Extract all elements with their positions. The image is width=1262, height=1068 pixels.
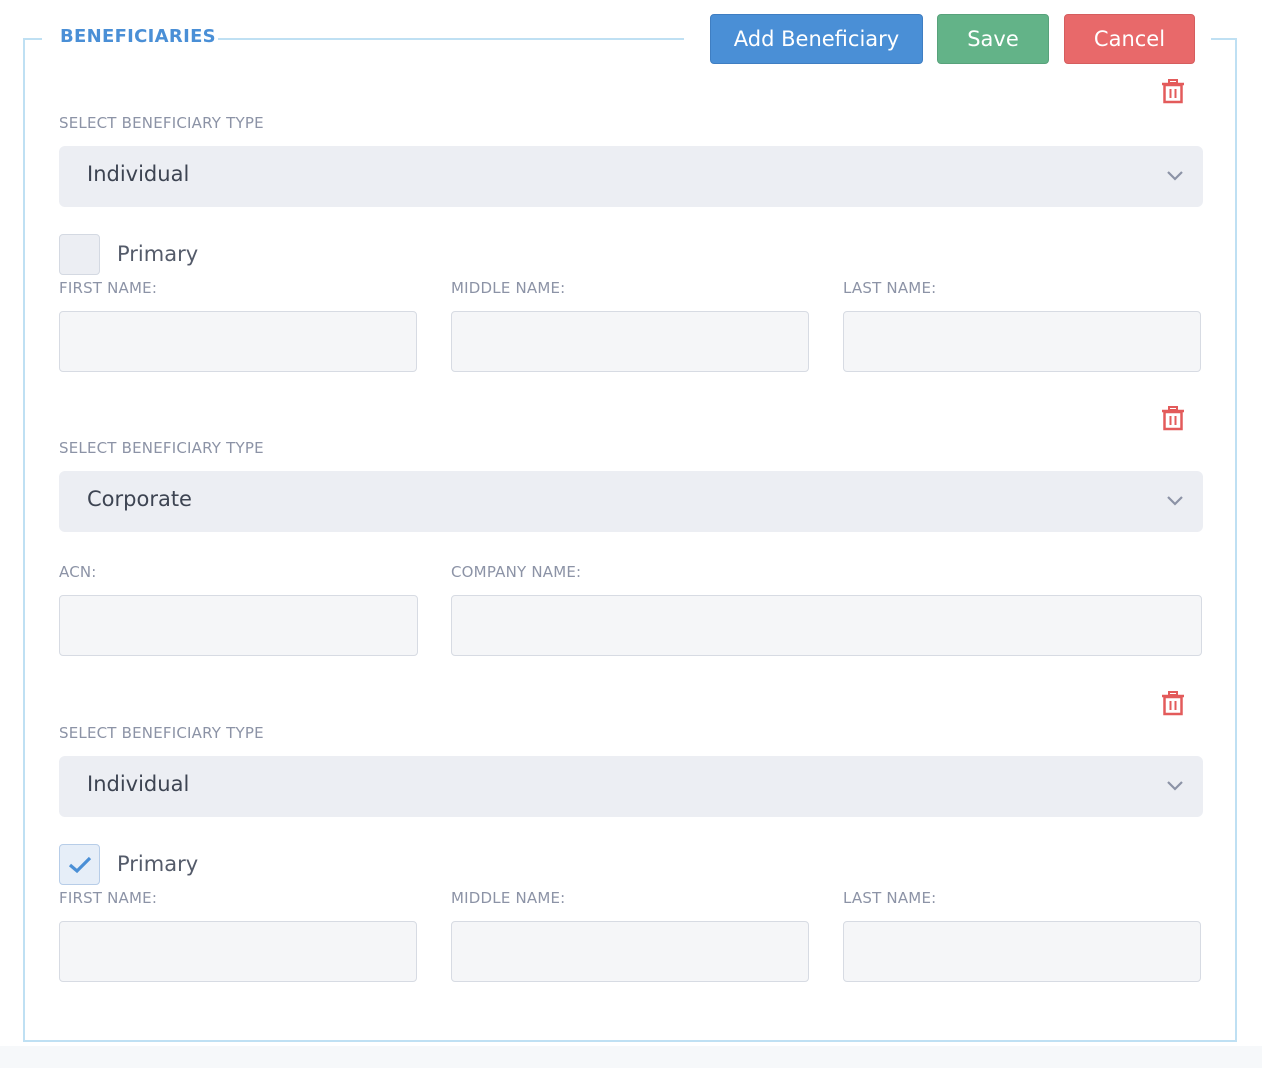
beneficiary-type-value: Individual [87, 162, 190, 186]
last-name-input[interactable] [843, 311, 1201, 372]
beneficiary-type-value: Corporate [87, 487, 192, 511]
add-beneficiary-button[interactable]: Add Beneficiary [710, 14, 923, 64]
company-name-label: COMPANY NAME: [451, 563, 582, 581]
beneficiary-type-select[interactable]: Individual [59, 146, 1203, 207]
page-footer-strip [0, 1046, 1262, 1068]
middle-name-label: MIDDLE NAME: [451, 279, 566, 297]
beneficiary-type-label: SELECT BENEFICIARY TYPE [59, 114, 264, 132]
first-name-label: FIRST NAME: [59, 279, 158, 297]
beneficiary-type-label: SELECT BENEFICIARY TYPE [59, 724, 264, 742]
acn-label: ACN: [59, 563, 97, 581]
primary-checkbox[interactable] [59, 844, 100, 885]
chevron-down-icon [1167, 496, 1183, 506]
primary-label: Primary [117, 242, 199, 266]
trash-icon[interactable] [1160, 690, 1186, 716]
cancel-button[interactable]: Cancel [1064, 14, 1195, 64]
last-name-label: LAST NAME: [843, 279, 937, 297]
primary-checkbox[interactable] [59, 234, 100, 275]
first-name-input[interactable] [59, 311, 417, 372]
middle-name-label: MIDDLE NAME: [451, 889, 566, 907]
trash-icon[interactable] [1160, 78, 1186, 104]
last-name-input[interactable] [843, 921, 1201, 982]
company-name-input[interactable] [451, 595, 1202, 656]
middle-name-input[interactable] [451, 921, 809, 982]
primary-label: Primary [117, 852, 199, 876]
trash-icon[interactable] [1160, 405, 1186, 431]
save-button[interactable]: Save [937, 14, 1049, 64]
first-name-input[interactable] [59, 921, 417, 982]
section-title: BENEFICIARIES [60, 26, 216, 47]
chevron-down-icon [1167, 781, 1183, 791]
chevron-down-icon [1167, 171, 1183, 181]
beneficiary-type-label: SELECT BENEFICIARY TYPE [59, 439, 264, 457]
middle-name-input[interactable] [451, 311, 809, 372]
beneficiary-type-select[interactable]: Corporate [59, 471, 1203, 532]
last-name-label: LAST NAME: [843, 889, 937, 907]
beneficiary-type-value: Individual [87, 772, 190, 796]
acn-input[interactable] [59, 595, 418, 656]
beneficiary-type-select[interactable]: Individual [59, 756, 1203, 817]
first-name-label: FIRST NAME: [59, 889, 158, 907]
checkmark-icon [68, 856, 92, 874]
